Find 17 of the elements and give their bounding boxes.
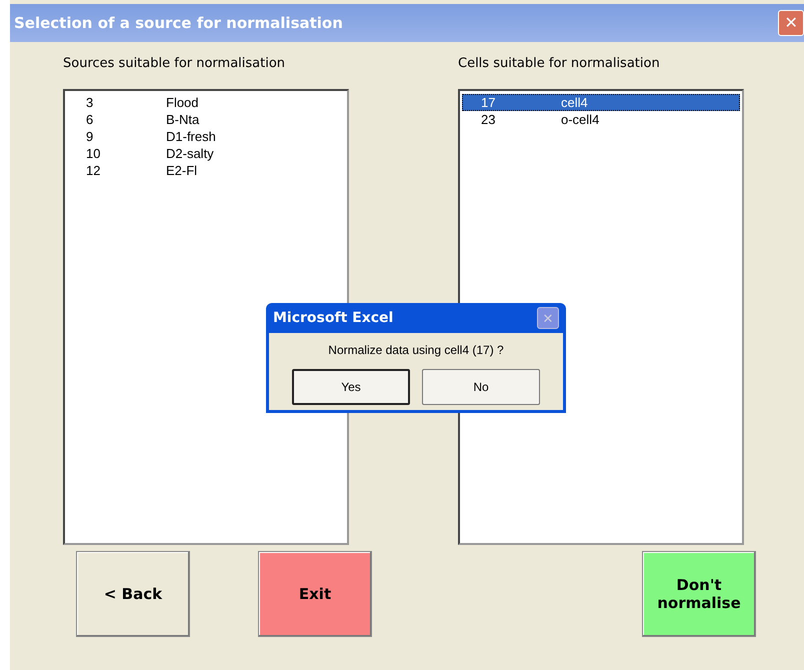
dialog-message: Normalize data using cell4 (17) ? [328, 343, 504, 357]
action-button[interactable]: Don't normalise [642, 551, 756, 637]
list-item[interactable]: 10 D2-salty [67, 145, 345, 162]
list-item[interactable]: 6 B-Nta [67, 111, 345, 128]
list-item[interactable]: 23 o-cell4 [462, 111, 740, 128]
dialog-button[interactable]: Yes [292, 369, 410, 405]
list-item[interactable]: 12 E2-Fl [67, 162, 345, 179]
list-label: Sources suitable for normalisation [63, 56, 286, 71]
dialog-title: Microsoft Excel [273, 310, 394, 326]
list-item[interactable]: 3 Flood [67, 94, 345, 111]
list-item[interactable]: 17 cell4 [462, 94, 740, 111]
list-label: Cells suitable for normalisation [458, 56, 661, 71]
action-button[interactable]: Exit [258, 551, 372, 637]
dialog-button[interactable]: No [422, 369, 540, 405]
window-title: Selection of a source for normalisation [14, 14, 343, 32]
list-item[interactable]: 9 D1-fresh [67, 128, 345, 145]
action-button[interactable]: < Back [76, 551, 190, 637]
